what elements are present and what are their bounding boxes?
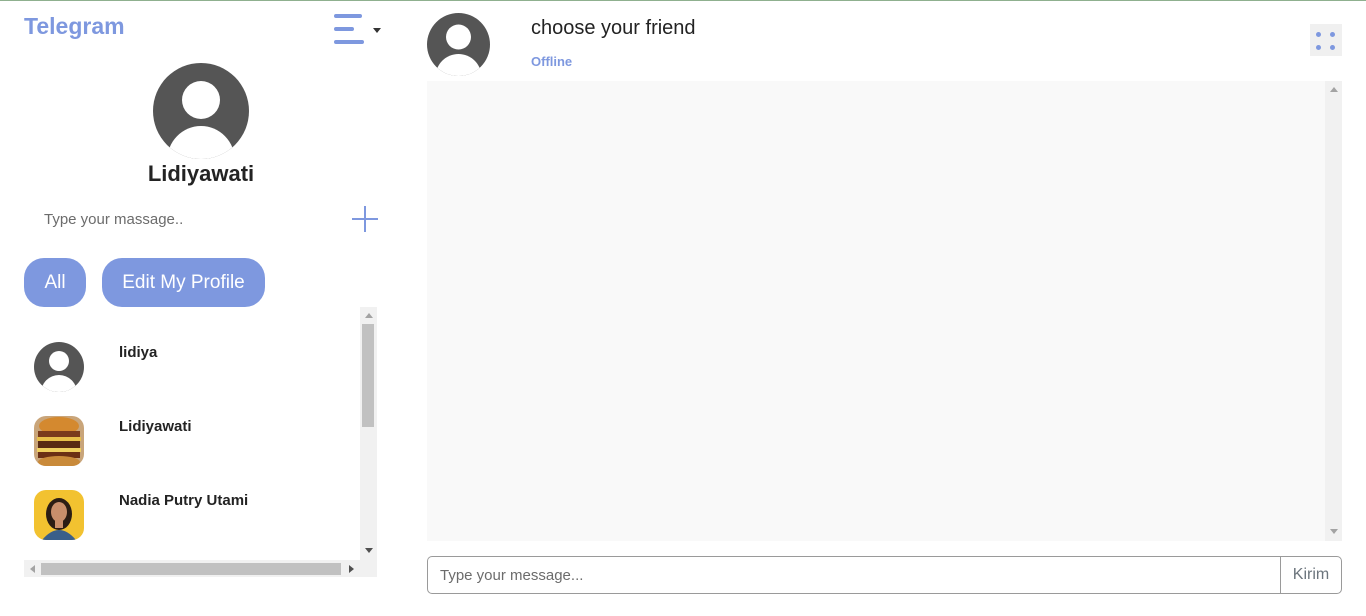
scrollbar-thumb[interactable] xyxy=(41,563,341,575)
chat-status: Offline xyxy=(531,54,573,69)
app-brand: Telegram xyxy=(24,13,125,39)
contact-item[interactable]: Nadia Putry Utami xyxy=(24,455,360,540)
messages-vertical-scrollbar[interactable] xyxy=(1325,81,1342,541)
messages-area[interactable] xyxy=(427,81,1342,541)
sidebar: Telegram Lidiyawati All Edit My Profile xyxy=(0,0,400,616)
scroll-up-arrow-icon[interactable] xyxy=(1330,87,1338,92)
contact-list: lidiya Lidiyawati Nadia Putry Utami xyxy=(24,307,377,577)
tab-all[interactable]: All xyxy=(24,258,86,307)
scrollbar-thumb[interactable] xyxy=(362,324,374,427)
add-plus-icon[interactable] xyxy=(352,206,378,232)
message-input[interactable] xyxy=(427,556,1281,594)
scroll-right-arrow-icon[interactable] xyxy=(349,565,354,573)
contact-list-horizontal-scrollbar[interactable] xyxy=(24,560,377,577)
profile-name: Lidiyawati xyxy=(147,161,255,186)
hamburger-menu-button[interactable] xyxy=(332,12,384,48)
edit-profile-button[interactable]: Edit My Profile xyxy=(102,258,265,307)
search-box xyxy=(24,201,344,237)
dot-icon xyxy=(1330,45,1335,50)
search-input[interactable] xyxy=(24,201,344,237)
chat-title: choose your friend xyxy=(531,17,696,39)
woman-photo-avatar xyxy=(34,490,84,540)
contact-item[interactable]: Lidiyawati xyxy=(24,381,360,466)
dot-icon xyxy=(1330,32,1335,37)
contact-name: Lidiyawati xyxy=(119,418,192,435)
contact-list-vertical-scrollbar[interactable] xyxy=(360,307,377,560)
dot-icon xyxy=(1316,45,1321,50)
menu-bar-icon xyxy=(334,14,362,18)
options-dots-button[interactable] xyxy=(1310,24,1342,56)
dot-icon xyxy=(1316,32,1321,37)
contact-name: Nadia Putry Utami xyxy=(119,492,249,509)
scroll-down-arrow-icon[interactable] xyxy=(365,548,373,553)
message-composer: Kirim xyxy=(427,556,1342,594)
contact-item[interactable]: lidiya xyxy=(24,307,360,392)
scroll-left-arrow-icon[interactable] xyxy=(30,565,35,573)
scroll-down-arrow-icon[interactable] xyxy=(1330,529,1338,534)
menu-bar-icon xyxy=(334,40,364,44)
menu-bar-icon xyxy=(334,27,354,31)
send-button[interactable]: Kirim xyxy=(1280,556,1342,594)
scroll-up-arrow-icon[interactable] xyxy=(365,313,373,318)
chat-friend-avatar xyxy=(427,13,490,76)
contact-name: lidiya xyxy=(119,344,158,361)
profile-avatar xyxy=(153,63,249,159)
caret-down-icon xyxy=(373,28,381,33)
